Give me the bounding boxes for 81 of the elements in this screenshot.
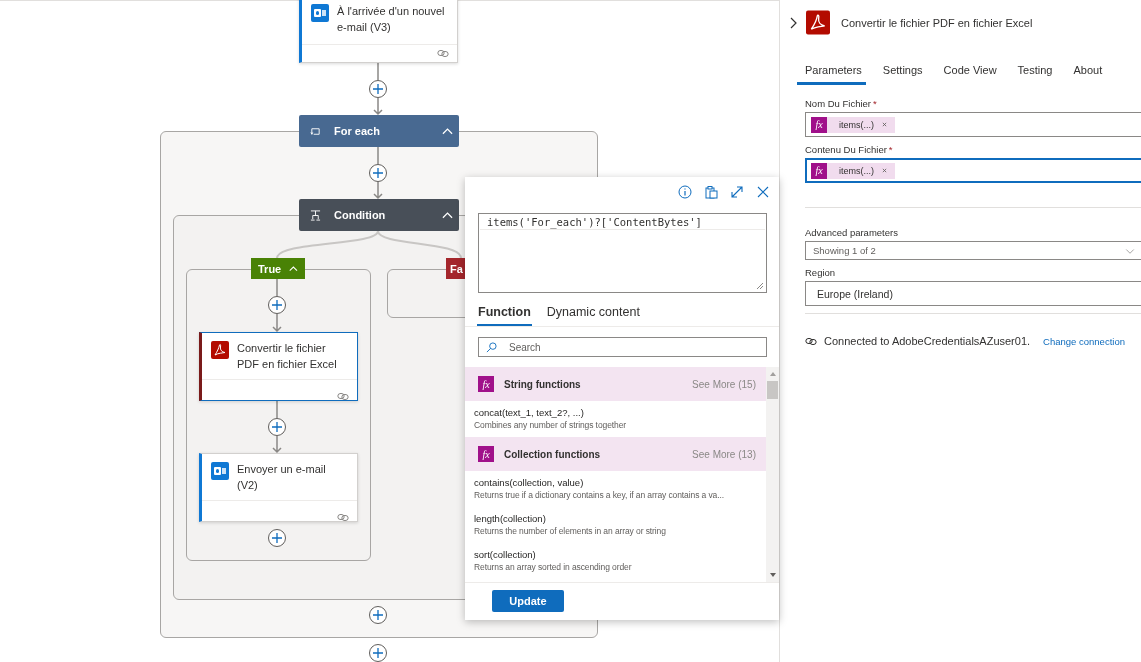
field-label: Advanced parameters bbox=[805, 227, 899, 238]
close-icon[interactable] bbox=[756, 185, 770, 199]
panel-tab[interactable]: Code View bbox=[935, 61, 1001, 85]
plus-icon bbox=[272, 533, 282, 543]
field-label: Contenu Du Fichier * bbox=[805, 144, 894, 155]
link-icon bbox=[437, 49, 449, 58]
function-group-header[interactable]: fx Collection functions See More (13) bbox=[465, 437, 766, 471]
function-icon: fx bbox=[478, 446, 494, 462]
action-card[interactable]: Envoyer un e-mail (V2) bbox=[199, 453, 358, 522]
expression-token[interactable]: fx items(...) bbox=[811, 116, 895, 133]
plus-icon bbox=[373, 610, 383, 620]
collapse-icon[interactable] bbox=[442, 211, 453, 219]
panel-tab[interactable]: About bbox=[1065, 61, 1107, 85]
search-field[interactable]: Search bbox=[478, 337, 767, 357]
collapse-icon[interactable] bbox=[289, 265, 298, 272]
panel-tab[interactable]: Settings bbox=[874, 61, 927, 85]
expand-icon[interactable] bbox=[730, 185, 744, 199]
function-item[interactable]: sort(collection) Returns an array sorted in ascending order bbox=[465, 543, 766, 579]
field-label: Nom Du Fichier * bbox=[805, 98, 878, 109]
panel-title: Convertir le fichier PDF en fichier Excel bbox=[841, 16, 1033, 29]
token-field[interactable]: fx items(...) bbox=[805, 112, 1141, 137]
connector-arrow bbox=[272, 399, 282, 454]
action-card[interactable]: Convertir le fichier PDF en fichier Excel bbox=[199, 332, 358, 401]
function-item[interactable]: contains(collection, value) Returns true if a dictionary contains a key, if an array contains a va... bbox=[465, 471, 766, 507]
token-field[interactable]: fx items(...) bbox=[805, 158, 1141, 183]
panel-tab[interactable]: Parameters bbox=[797, 61, 866, 85]
add-step-button[interactable] bbox=[369, 644, 387, 662]
field-label: Region bbox=[805, 267, 837, 278]
collapse-icon[interactable] bbox=[442, 127, 453, 135]
connection-text: Connected to AdobeCredentialsAZuser01. bbox=[824, 335, 1031, 347]
plus-icon bbox=[272, 422, 282, 432]
card-title: Envoyer un e-mail (V2) bbox=[237, 462, 327, 493]
card-title: À l'arrivée d'un nouvel e-mail (V3) bbox=[337, 4, 446, 35]
pdf-icon bbox=[806, 10, 830, 35]
link-icon bbox=[805, 336, 817, 346]
card-title: Convertir le fichier PDF en fichier Excel bbox=[237, 341, 338, 372]
expression-field[interactable]: items('For_each')?['ContentBytes'] bbox=[478, 213, 767, 293]
function-item[interactable]: concat(text_1, text_2?, ...) Combines any number of strings together bbox=[465, 401, 766, 437]
function-icon: fx bbox=[811, 116, 827, 133]
search-icon bbox=[486, 342, 497, 353]
update-button[interactable]: Update bbox=[492, 590, 564, 612]
resize-handle-icon[interactable] bbox=[756, 282, 764, 290]
remove-icon[interactable] bbox=[882, 168, 887, 173]
panel-tab[interactable]: Testing bbox=[1009, 61, 1057, 85]
function-icon: fx bbox=[478, 376, 494, 392]
false-branch-label[interactable]: Fa bbox=[446, 258, 465, 279]
true-branch-label[interactable]: True bbox=[251, 258, 305, 279]
plus-icon bbox=[272, 300, 282, 310]
plus-icon bbox=[373, 84, 383, 94]
plus-icon bbox=[373, 648, 383, 658]
connector-arrow bbox=[373, 146, 383, 200]
connector-arrow bbox=[272, 278, 282, 333]
chevron-down-icon bbox=[1125, 247, 1135, 254]
expression-token[interactable]: fx items(...) bbox=[811, 162, 895, 179]
mail-app-icon bbox=[311, 4, 329, 22]
condition-header[interactable]: Condition bbox=[299, 199, 459, 231]
connector-arrow bbox=[373, 62, 383, 116]
region-field[interactable]: Europe (Ireland) bbox=[805, 281, 1141, 306]
link-icon bbox=[337, 392, 349, 401]
condition-icon bbox=[310, 209, 321, 221]
scrollbar-thumb[interactable] bbox=[767, 381, 778, 399]
clipboard-icon[interactable] bbox=[704, 185, 718, 199]
advanced-parameters-dropdown[interactable]: Showing 1 of 2 bbox=[805, 241, 1141, 260]
function-item[interactable]: length(collection) Returns the number of elements in an array or string bbox=[465, 507, 766, 543]
mail-app-icon bbox=[211, 462, 229, 480]
add-step-button[interactable] bbox=[369, 80, 387, 98]
editor-tab[interactable]: Function bbox=[477, 302, 532, 326]
remove-icon[interactable] bbox=[882, 122, 887, 127]
editor-tab[interactable]: Dynamic content bbox=[545, 302, 641, 326]
link-icon bbox=[337, 513, 349, 522]
info-icon[interactable] bbox=[678, 185, 692, 199]
chevron-icon[interactable] bbox=[789, 16, 797, 29]
trigger-card[interactable]: À l'arrivée d'un nouvel e-mail (V3) bbox=[299, 0, 458, 63]
function-group-header[interactable]: fx String functions See More (15) bbox=[465, 367, 766, 401]
plus-icon bbox=[373, 168, 383, 178]
loop-header[interactable]: For each bbox=[299, 115, 459, 147]
pdf-icon bbox=[211, 341, 229, 359]
scroll-down-icon[interactable] bbox=[768, 572, 777, 578]
function-icon: fx bbox=[811, 162, 827, 179]
change-connection-link[interactable]: Change connection bbox=[1043, 335, 1125, 347]
loop-icon bbox=[310, 125, 321, 137]
